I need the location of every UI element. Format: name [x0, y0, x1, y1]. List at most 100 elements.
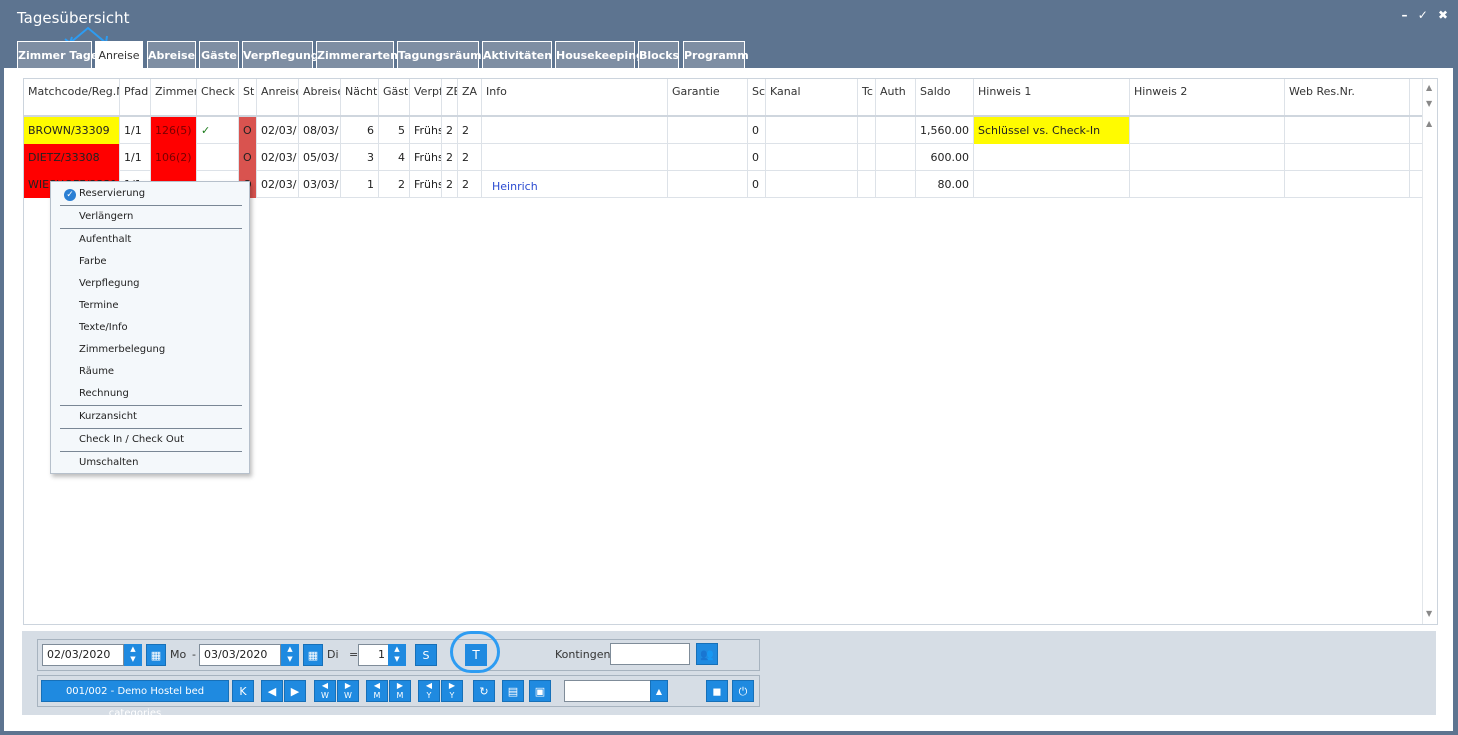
col-za[interactable]: ZA [458, 79, 482, 115]
col-pfad[interactable]: Pfad [120, 79, 151, 115]
prev-icon[interactable]: ◀ [261, 680, 283, 702]
col-matchcode[interactable]: Matchcode/Reg.N [24, 79, 120, 115]
menu-item-farbe[interactable]: Farbe [79, 255, 107, 269]
next-year-icon[interactable]: ▶ Y [441, 680, 463, 702]
minimize-icon[interactable]: – [1402, 8, 1408, 22]
print-icon[interactable]: ▤ [502, 680, 524, 702]
col-naechte[interactable]: Nächt [341, 79, 379, 115]
dash-label: - [192, 648, 196, 661]
tab-programm[interactable]: Programm [683, 41, 749, 68]
cell-naechte: 6 [341, 117, 379, 144]
menu-item-zimmerbelegung[interactable]: Zimmerbelegung [79, 343, 165, 357]
prev-year-icon[interactable]: ◀ Y [418, 680, 440, 702]
scroll-up-icon[interactable]: ▲ [1426, 119, 1432, 128]
date-to-input[interactable]: 03/03/2020 [199, 644, 281, 666]
tab-aktivitaeten[interactable]: Aktivitäten [482, 41, 552, 68]
col-zb[interactable]: ZB [442, 79, 458, 115]
k-button[interactable]: K [232, 680, 254, 702]
col-gaeste[interactable]: Gäste [379, 79, 410, 115]
tab-gaeste[interactable]: Gäste [199, 41, 239, 68]
col-hinweis2[interactable]: Hinweis 2 [1130, 79, 1285, 115]
s-button[interactable]: S [415, 644, 437, 666]
col-auth[interactable]: Auth [876, 79, 916, 115]
next-week-icon[interactable]: ▶ W [337, 680, 359, 702]
suitcase-icon[interactable]: ◼ [706, 680, 728, 702]
date-from-input[interactable]: 02/03/2020 [42, 644, 124, 666]
menu-divider [60, 405, 242, 406]
table-row[interactable]: DIETZ/33308 1/1 106(2) O 02/03/ 05/03/ 3… [24, 144, 1424, 171]
next-month-icon[interactable]: ▶ M [389, 680, 411, 702]
col-info[interactable]: Info [482, 79, 668, 115]
refresh-icon[interactable]: ↻ [473, 680, 495, 702]
t-button[interactable]: T [465, 644, 487, 666]
col-verpf[interactable]: Verpf [410, 79, 442, 115]
vertical-scrollbar[interactable]: ▲ ▼ ▲ ▼ [1422, 79, 1437, 624]
scroll-up-icon[interactable]: ▲ [1426, 83, 1432, 92]
menu-item-verpflegung[interactable]: Verpflegung [79, 277, 140, 291]
check-icon: ✓ [197, 117, 239, 144]
col-saldo[interactable]: Saldo [916, 79, 974, 115]
document-icon[interactable]: ▣ [529, 680, 551, 702]
scroll-down-icon[interactable]: ▼ [1426, 99, 1432, 108]
tab-verpflegung[interactable]: Verpflegung [242, 41, 319, 68]
menu-item-raeume[interactable]: Räume [79, 365, 114, 379]
menu-item-check-in-out[interactable]: Check In / Check Out [79, 433, 184, 447]
cell-gaeste: 4 [379, 144, 410, 171]
menu-item-umschalten[interactable]: Umschalten [79, 456, 138, 470]
cell-kanal [766, 117, 858, 144]
cell-verpf: Frühs [410, 117, 442, 144]
cell-verpf: Frühs [410, 171, 442, 198]
menu-item-termine[interactable]: Termine [79, 299, 119, 313]
cell-info: Heinrich [482, 171, 668, 198]
tab-blocks[interactable]: Blocks [638, 41, 679, 68]
kontingent-input[interactable] [610, 643, 690, 665]
scroll-down-icon[interactable]: ▼ [1426, 609, 1432, 618]
date-from-spinner[interactable]: ▲ ▼ [124, 644, 142, 666]
cell-web-res-nr [1285, 117, 1410, 144]
prev-month-icon[interactable]: ◀ M [366, 680, 388, 702]
close-icon[interactable]: ✖ [1438, 8, 1448, 22]
tab-zimmerarten[interactable]: Zimmerarten [316, 41, 398, 68]
tab-zimmer-tage[interactable]: Zimmer Tage [17, 41, 98, 68]
col-garantie[interactable]: Garantie [668, 79, 748, 115]
col-hinweis1[interactable]: Hinweis 1 [974, 79, 1130, 115]
next-icon[interactable]: ▶ [284, 680, 306, 702]
power-icon[interactable]: ⏻ [732, 680, 754, 702]
date-to-spinner[interactable]: ▲ ▼ [281, 644, 299, 666]
tab-anreise[interactable]: Anreise [95, 41, 143, 69]
calendar-icon[interactable]: ▦ [303, 644, 323, 666]
users-icon[interactable]: 👥 [696, 643, 718, 665]
col-web-res-nr[interactable]: Web Res.Nr. [1285, 79, 1410, 115]
menu-item-aufenthalt[interactable]: Aufenthalt [79, 233, 131, 247]
menu-item-reservierung[interactable]: Reservierung [79, 187, 145, 201]
chevron-up-icon[interactable]: ▲ [650, 680, 668, 702]
col-sc[interactable]: Sc [748, 79, 766, 115]
col-anreise[interactable]: Anreise [257, 79, 299, 115]
col-tc[interactable]: Tc [858, 79, 876, 115]
calendar-icon[interactable]: ▦ [146, 644, 166, 666]
cell-anreise: 02/03/ [257, 117, 299, 144]
menu-item-kurzansicht[interactable]: Kurzansicht [79, 410, 137, 424]
col-check[interactable]: Check [197, 79, 239, 115]
count-spinner[interactable]: ▲ ▼ [388, 644, 406, 666]
tab-abreise[interactable]: Abreise [147, 41, 196, 68]
maximize-icon[interactable]: ✓ [1418, 8, 1428, 22]
col-st[interactable]: St [239, 79, 257, 115]
prev-week-icon[interactable]: ◀ W [314, 680, 336, 702]
category-button[interactable]: 001/002 - Demo Hostel bed categories [41, 680, 229, 719]
col-kanal[interactable]: Kanal [766, 79, 858, 115]
col-zimmer[interactable]: Zimmer [151, 79, 197, 115]
window-controls: – ✓ ✖ [1396, 8, 1449, 22]
cell-hinweis2 [1130, 117, 1285, 144]
cell-tc [858, 171, 876, 198]
menu-item-texte-info[interactable]: Texte/Info [79, 321, 128, 335]
tab-tagungsraeume[interactable]: Tagungsräume [397, 41, 489, 68]
filter-select[interactable] [564, 680, 652, 702]
count-input[interactable]: 1 [358, 644, 390, 666]
col-abreise[interactable]: Abreise [299, 79, 341, 115]
tab-housekeeping[interactable]: Housekeeping [555, 41, 644, 68]
menu-item-verlaengern[interactable]: Verlängern [79, 210, 133, 224]
cell-hinweis1 [974, 171, 1130, 198]
menu-item-rechnung[interactable]: Rechnung [79, 387, 129, 401]
table-row[interactable]: BROWN/33309 1/1 126(5) ✓ O 02/03/ 08/03/… [24, 117, 1424, 144]
